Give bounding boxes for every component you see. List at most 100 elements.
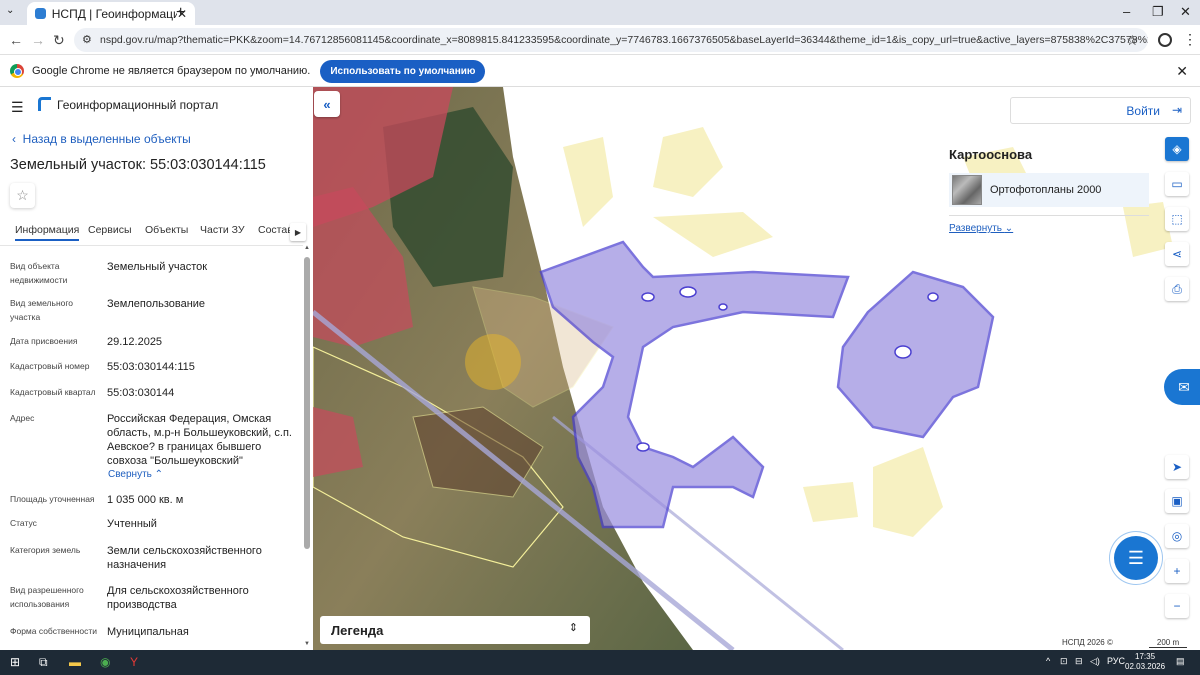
back-icon[interactable]: ← (9, 32, 23, 48)
volume-icon[interactable]: ◁) (1090, 656, 1100, 667)
close-window-icon[interactable]: ✕ (1180, 4, 1191, 20)
scale-bar: 200 m (1149, 638, 1187, 648)
set-default-button[interactable]: Использовать по умолчанию (320, 59, 486, 83)
print-tool-icon[interactable]: ⎙ (1165, 277, 1189, 301)
field-value: 1 035 000 кв. м (107, 494, 184, 506)
collapse-panel-button[interactable]: « (314, 91, 340, 117)
clock-time: 17:35 (1135, 652, 1156, 661)
yandex-browser-icon[interactable]: Y (130, 655, 138, 669)
url-input[interactable]: ⚙ nspd.gov.ru/map?thematic=PKK&zoom=14.7… (74, 28, 1148, 52)
forward-icon[interactable]: → (31, 32, 45, 48)
legend-bar[interactable]: Легенда ⇕ (320, 616, 590, 644)
field-key: Кадастровый номер (10, 361, 90, 371)
parcel-hole-3 (894, 345, 912, 359)
chrome-logo-icon (10, 64, 24, 78)
object-title: Земельный участок: 55:03:030144:115 (10, 157, 266, 173)
map-canvas[interactable]: « Войти ⇥ Картооснова Ортофотопланы 2000 … (313, 87, 1200, 650)
field-value: Муниципальная (107, 626, 189, 638)
parcel-hole-5 (718, 303, 728, 311)
chevron-left-icon: ‹ (12, 132, 23, 146)
address-bar: ← → ↻ ⚙ nspd.gov.ru/map?thematic=PKK&zoo… (0, 25, 1200, 55)
field-key: Дата присвоения (10, 336, 78, 346)
taskbar-clock[interactable]: 17:35 02.03.2026 (1125, 652, 1165, 672)
file-explorer-icon[interactable]: ▬ (69, 655, 81, 669)
help-chat-icon[interactable]: ✉ (1164, 369, 1200, 405)
notification-icon[interactable]: ▤ (1176, 656, 1185, 667)
infobar-text: Google Chrome не является браузером по у… (32, 65, 311, 77)
profile-icon[interactable] (1158, 33, 1172, 47)
minimize-icon[interactable]: – (1123, 4, 1130, 19)
field-value: Землепользование (107, 298, 206, 310)
windows-taskbar: ⊞ ⧉ ▬ ◉ Y ^ ⊡ ⊟ ◁) РУС 17:35 02.03.2026 … (0, 650, 1200, 675)
windows-start-icon[interactable]: ⊞ (10, 655, 20, 669)
ruler-tool-icon[interactable]: ▭ (1165, 172, 1189, 196)
login-button[interactable]: Войти ⇥ (1010, 97, 1191, 124)
panel-scrollbar[interactable]: ▲ ▼ (303, 245, 311, 651)
parcel-hole-2 (679, 286, 697, 298)
select-area-tool-icon[interactable]: ⬚ (1165, 207, 1189, 231)
zoom-out-icon[interactable]: − (1165, 594, 1189, 618)
new-tab-icon[interactable]: + (176, 4, 185, 22)
minimap-tool-icon[interactable]: ▣ (1165, 489, 1189, 513)
tab-search-icon[interactable]: ⌄ (6, 5, 14, 16)
scroll-down-icon[interactable]: ▼ (304, 641, 310, 647)
network-icon[interactable]: ⊟ (1075, 656, 1083, 667)
field-key: Форма собственности (10, 626, 97, 636)
zone-pale-yellow-4 (873, 447, 943, 537)
search-place-tool-icon[interactable]: ◎ (1165, 524, 1189, 548)
expand-label: Развернуть (949, 223, 1003, 234)
back-link[interactable]: ‹ Назад в выделенные объекты (12, 132, 191, 146)
field-value: Земельный участок (107, 261, 208, 273)
field-value: Для сельскохозяйственного производства (107, 585, 249, 611)
basemap-thumbnail (952, 175, 982, 205)
share-tool-icon[interactable]: ⋖ (1165, 242, 1189, 266)
maximize-icon[interactable]: ❐ (1152, 4, 1164, 20)
tray-apps-icon[interactable]: ⊡ (1060, 656, 1068, 667)
tabs-scroll-right-icon[interactable]: ▶ (290, 223, 306, 241)
tab-parts[interactable]: Части ЗУ (200, 224, 245, 236)
browser-tab[interactable]: НСПД | Геоинформационный п ✕ (27, 2, 195, 25)
portal-title: Геоинформационный портал (57, 98, 219, 112)
hamburger-menu-icon[interactable]: ☰ (11, 99, 24, 116)
tab-objects[interactable]: Объекты (145, 224, 188, 236)
zone-pale-yellow-3 (653, 212, 773, 257)
layers-tool-icon[interactable]: ◈ (1165, 137, 1189, 161)
language-indicator[interactable]: РУС (1107, 656, 1125, 666)
site-favicon-icon (35, 8, 46, 19)
scrollbar-thumb[interactable] (304, 257, 310, 549)
field-key: Площадь уточненная (10, 494, 95, 504)
tab-services[interactable]: Сервисы (88, 224, 132, 236)
login-icon: ⇥ (1171, 103, 1182, 117)
login-label: Войти (1126, 103, 1160, 118)
field-key: Статус (10, 518, 37, 528)
bookmark-star-icon[interactable]: ☆ (1126, 32, 1139, 49)
portal-logo-icon (38, 97, 51, 111)
tab-info[interactable]: Информация (15, 224, 80, 241)
field-key: Вид земельного участка (10, 298, 74, 322)
site-info-icon[interactable]: ⚙ (82, 33, 92, 46)
zone-pale-yellow-2 (563, 137, 613, 227)
clock-date: 02.03.2026 (1125, 662, 1166, 671)
task-view-icon[interactable]: ⧉ (39, 655, 48, 670)
zoom-in-icon[interactable]: + (1165, 559, 1189, 583)
zone-pale-yellow (653, 127, 723, 197)
chrome-taskbar-icon[interactable]: ◉ (100, 655, 110, 669)
reload-icon[interactable]: ↻ (53, 32, 65, 49)
back-link-label: Назад в выделенные объекты (22, 132, 191, 146)
field-key: Вид объекта недвижимости (10, 261, 68, 285)
geolocation-tool-icon[interactable]: ➤ (1165, 455, 1189, 479)
info-tabs: Информация Сервисы Объекты Части ЗУ Сост… (0, 223, 313, 245)
chat-bubble-icon[interactable]: ☰ (1114, 536, 1158, 580)
tab-composition[interactable]: Состав (258, 224, 293, 236)
selected-parcel-east (836, 270, 995, 439)
favorite-star-icon[interactable]: ☆ (10, 183, 35, 208)
menu-kebab-icon[interactable]: ⋮ (1183, 31, 1197, 48)
basemap-item[interactable]: Ортофотопланы 2000 (949, 173, 1149, 207)
basemap-title: Картооснова (949, 147, 1033, 162)
scroll-up-icon[interactable]: ▲ (304, 245, 310, 251)
infobar-close-icon[interactable]: ✕ (1176, 63, 1188, 80)
collapse-link[interactable]: Свернуть ⌃ (108, 469, 163, 480)
tray-chevron-icon[interactable]: ^ (1046, 656, 1050, 666)
legend-toggle-icon[interactable]: ⇕ (569, 621, 578, 634)
expand-link[interactable]: Развернуть ⌄ (949, 223, 1149, 234)
